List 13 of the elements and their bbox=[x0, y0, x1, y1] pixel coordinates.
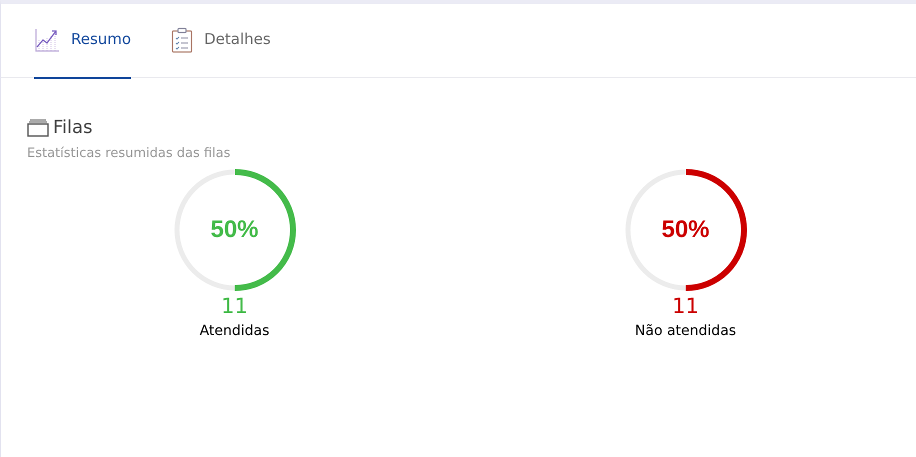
count-value: 11 bbox=[221, 292, 248, 318]
gauge-label: Não atendidas bbox=[634, 322, 736, 340]
tab[interactable]: Detalhes bbox=[171, 4, 271, 79]
line-chart-icon bbox=[34, 26, 60, 52]
clipboard-icon bbox=[171, 26, 194, 52]
percent-value: 50% bbox=[210, 214, 259, 244]
folder-stack-icon bbox=[27, 118, 49, 136]
section-title: Filas bbox=[53, 116, 92, 140]
count-value: 11 bbox=[672, 292, 699, 318]
gauge-label: Atendidas bbox=[200, 322, 270, 340]
section-subtitle: Estatísticas resumidas das filas bbox=[27, 145, 232, 163]
percent-value: 50% bbox=[661, 214, 710, 244]
tab[interactable]: Resumo bbox=[34, 4, 132, 79]
